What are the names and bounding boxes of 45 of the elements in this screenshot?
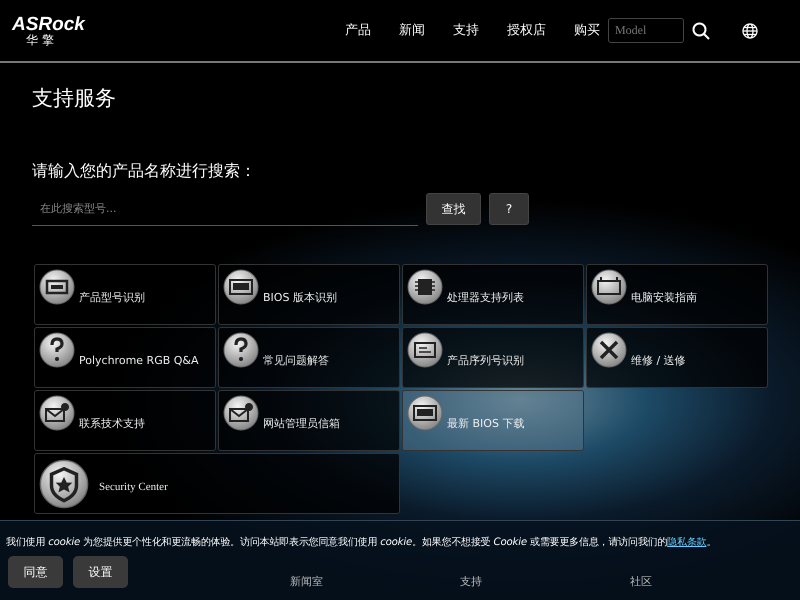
find-button[interactable]: 查找 bbox=[426, 193, 481, 226]
help-button[interactable]: ? bbox=[489, 193, 529, 226]
brand-logo[interactable]: ASRock bbox=[12, 15, 85, 34]
support-tile[interactable]: 维修 / 送修 bbox=[586, 327, 768, 388]
support-tile[interactable]: Polychrome RGB Q&A bbox=[34, 327, 216, 388]
settings-button[interactable]: 设置 bbox=[73, 556, 128, 588]
support-tile[interactable]: BIOS 版本识别 bbox=[218, 264, 400, 325]
nav-link[interactable]: 授权店 bbox=[507, 20, 546, 40]
support-tile[interactable]: Security Center bbox=[34, 453, 400, 514]
id-card-icon bbox=[407, 332, 443, 368]
agree-button[interactable]: 同意 bbox=[8, 556, 63, 588]
nav-link[interactable]: 购买 bbox=[574, 20, 600, 40]
nav-link[interactable]: 支持 bbox=[453, 20, 479, 40]
question-mark-icon bbox=[223, 332, 259, 368]
support-tile[interactable]: 常见问题解答 bbox=[218, 327, 400, 388]
support-tile[interactable]: 网站管理员信箱 bbox=[218, 390, 400, 451]
globe-icon[interactable] bbox=[742, 22, 758, 38]
envelope-icon bbox=[39, 395, 75, 431]
search-prompt: 请输入您的产品名称进行搜索： bbox=[32, 160, 257, 182]
card-icon bbox=[39, 269, 75, 305]
nav-link[interactable]: 新闻 bbox=[399, 20, 425, 40]
support-tile[interactable]: 处理器支持列表 bbox=[402, 264, 584, 325]
product-search-field[interactable]: 在此搜索型号... bbox=[32, 192, 418, 226]
privacy-link[interactable]: 隐私条款 bbox=[667, 537, 706, 548]
support-tile[interactable]: 产品序列号识别 bbox=[402, 327, 584, 388]
cookie-notice: 我们使用 cookie 为您提供更个性化和更流畅的体验。访问本站即表示您同意我们使用 cookie。如果您不想接受 Cookie 或需要更多信息，请访问我们的隐私条款。 bbox=[6, 536, 718, 550]
question-mark-icon bbox=[39, 332, 75, 368]
support-tile[interactable]: 联系技术支持 bbox=[34, 390, 216, 451]
support-tile[interactable]: 电脑安装指南 bbox=[586, 264, 768, 325]
footer-heading: 社区 bbox=[630, 574, 653, 590]
model-search-field[interactable]: Model bbox=[608, 18, 684, 43]
search-icon[interactable] bbox=[692, 22, 710, 40]
bios-chip-icon bbox=[223, 269, 259, 305]
nav-link[interactable]: 产品 bbox=[345, 20, 371, 40]
shield-icon bbox=[39, 458, 89, 508]
support-tile[interactable]: 产品型号识别 bbox=[34, 264, 216, 325]
brand-logo-subtitle: 华 擎 bbox=[25, 34, 55, 46]
envelope-icon bbox=[223, 395, 259, 431]
processor-icon bbox=[407, 269, 443, 305]
footer-heading: 支持 bbox=[460, 574, 483, 590]
footer-heading: 新闻室 bbox=[290, 574, 324, 590]
toolbox-icon bbox=[591, 269, 627, 305]
support-tile[interactable]: 最新 BIOS 下载 bbox=[402, 390, 584, 451]
page-title: 支持服务 bbox=[32, 85, 117, 112]
bios-chip-icon bbox=[407, 395, 443, 431]
